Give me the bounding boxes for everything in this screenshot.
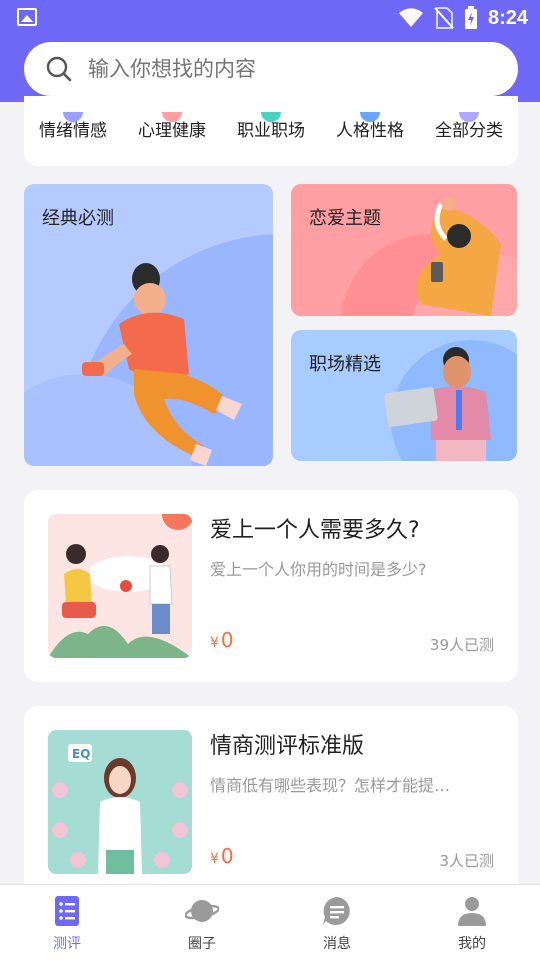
feature-classic-tile[interactable]: 经典必测 [24,184,273,466]
test-title: 爱上一个人需要多久? [210,518,420,543]
search-input[interactable] [88,42,498,96]
nav-label: 我的 [458,936,486,952]
love-tile-title: 恋爱主题 [309,208,381,229]
search-icon [46,56,72,82]
currency-symbol: ¥ [210,851,219,867]
no-sim-icon [434,7,454,29]
test-title: 情商测评标准版 [210,734,365,759]
nav-tab-messages[interactable]: 消息 [287,895,387,953]
test-thumbnail: EQ [48,730,192,874]
bottom-nav: 测评 圈子 消息 我的 [0,884,540,960]
test-thumbnail [48,514,192,658]
price-value: 0 [220,628,234,652]
search-bar[interactable] [24,42,518,96]
nav-tab-tests[interactable]: 测评 [17,895,117,953]
nav-tab-profile[interactable]: 我的 [422,895,522,953]
test-price: ¥0 [210,844,234,868]
planet-icon [185,900,219,922]
test-description: 情商低有哪些表现？怎样才能提… [210,776,451,795]
status-bar: 8:24 [0,0,540,36]
category-all[interactable]: 全部分类 [420,112,518,141]
category-strip: 情绪情感 心理健康 职业职场 人格性格 全部分类 [24,96,518,166]
category-career[interactable]: 职业职场 [222,112,320,141]
category-personality[interactable]: 人格性格 [321,112,419,141]
test-card[interactable]: EQ 情商测评标准版 情商低有哪些表现？怎样才能提… ¥0 3人已测 [24,706,518,898]
gallery-notification-icon [17,8,37,26]
test-list-icon [55,896,79,926]
test-participant-count: 39人已测 [429,636,494,654]
nav-tab-circle[interactable]: 圈子 [152,895,252,953]
category-emotion[interactable]: 情绪情感 [24,112,122,141]
test-description: 爱上一个人你用的时间是多少? [210,560,427,579]
battery-charging-icon [464,6,477,29]
classic-tile-title: 经典必测 [42,208,114,229]
category-label: 全部分类 [435,121,503,141]
nav-label: 测评 [53,936,81,952]
wifi-icon [398,8,423,27]
status-time: 8:24 [487,6,528,29]
nav-label: 消息 [323,936,351,952]
category-mental-health[interactable]: 心理健康 [123,112,221,141]
test-participant-count: 3人已测 [439,852,494,870]
message-icon [323,897,350,925]
nav-label: 圈子 [188,936,216,952]
app-header: 8:24 [0,0,540,102]
feature-work-tile[interactable]: 职场精选 [291,330,517,461]
eq-badge-text: EQ [72,747,90,761]
category-label: 情绪情感 [39,121,107,141]
test-card[interactable]: 爱上一个人需要多久? 爱上一个人你用的时间是多少? ¥0 39人已测 [24,490,518,682]
user-icon [458,897,486,926]
test-price: ¥0 [210,628,234,652]
category-label: 人格性格 [336,121,404,141]
currency-symbol: ¥ [210,635,219,651]
feature-love-tile[interactable]: 恋爱主题 [291,184,517,316]
work-tile-title: 职场精选 [309,354,381,375]
category-label: 心理健康 [138,121,206,141]
category-label: 职业职场 [237,121,305,141]
price-value: 0 [220,844,234,868]
